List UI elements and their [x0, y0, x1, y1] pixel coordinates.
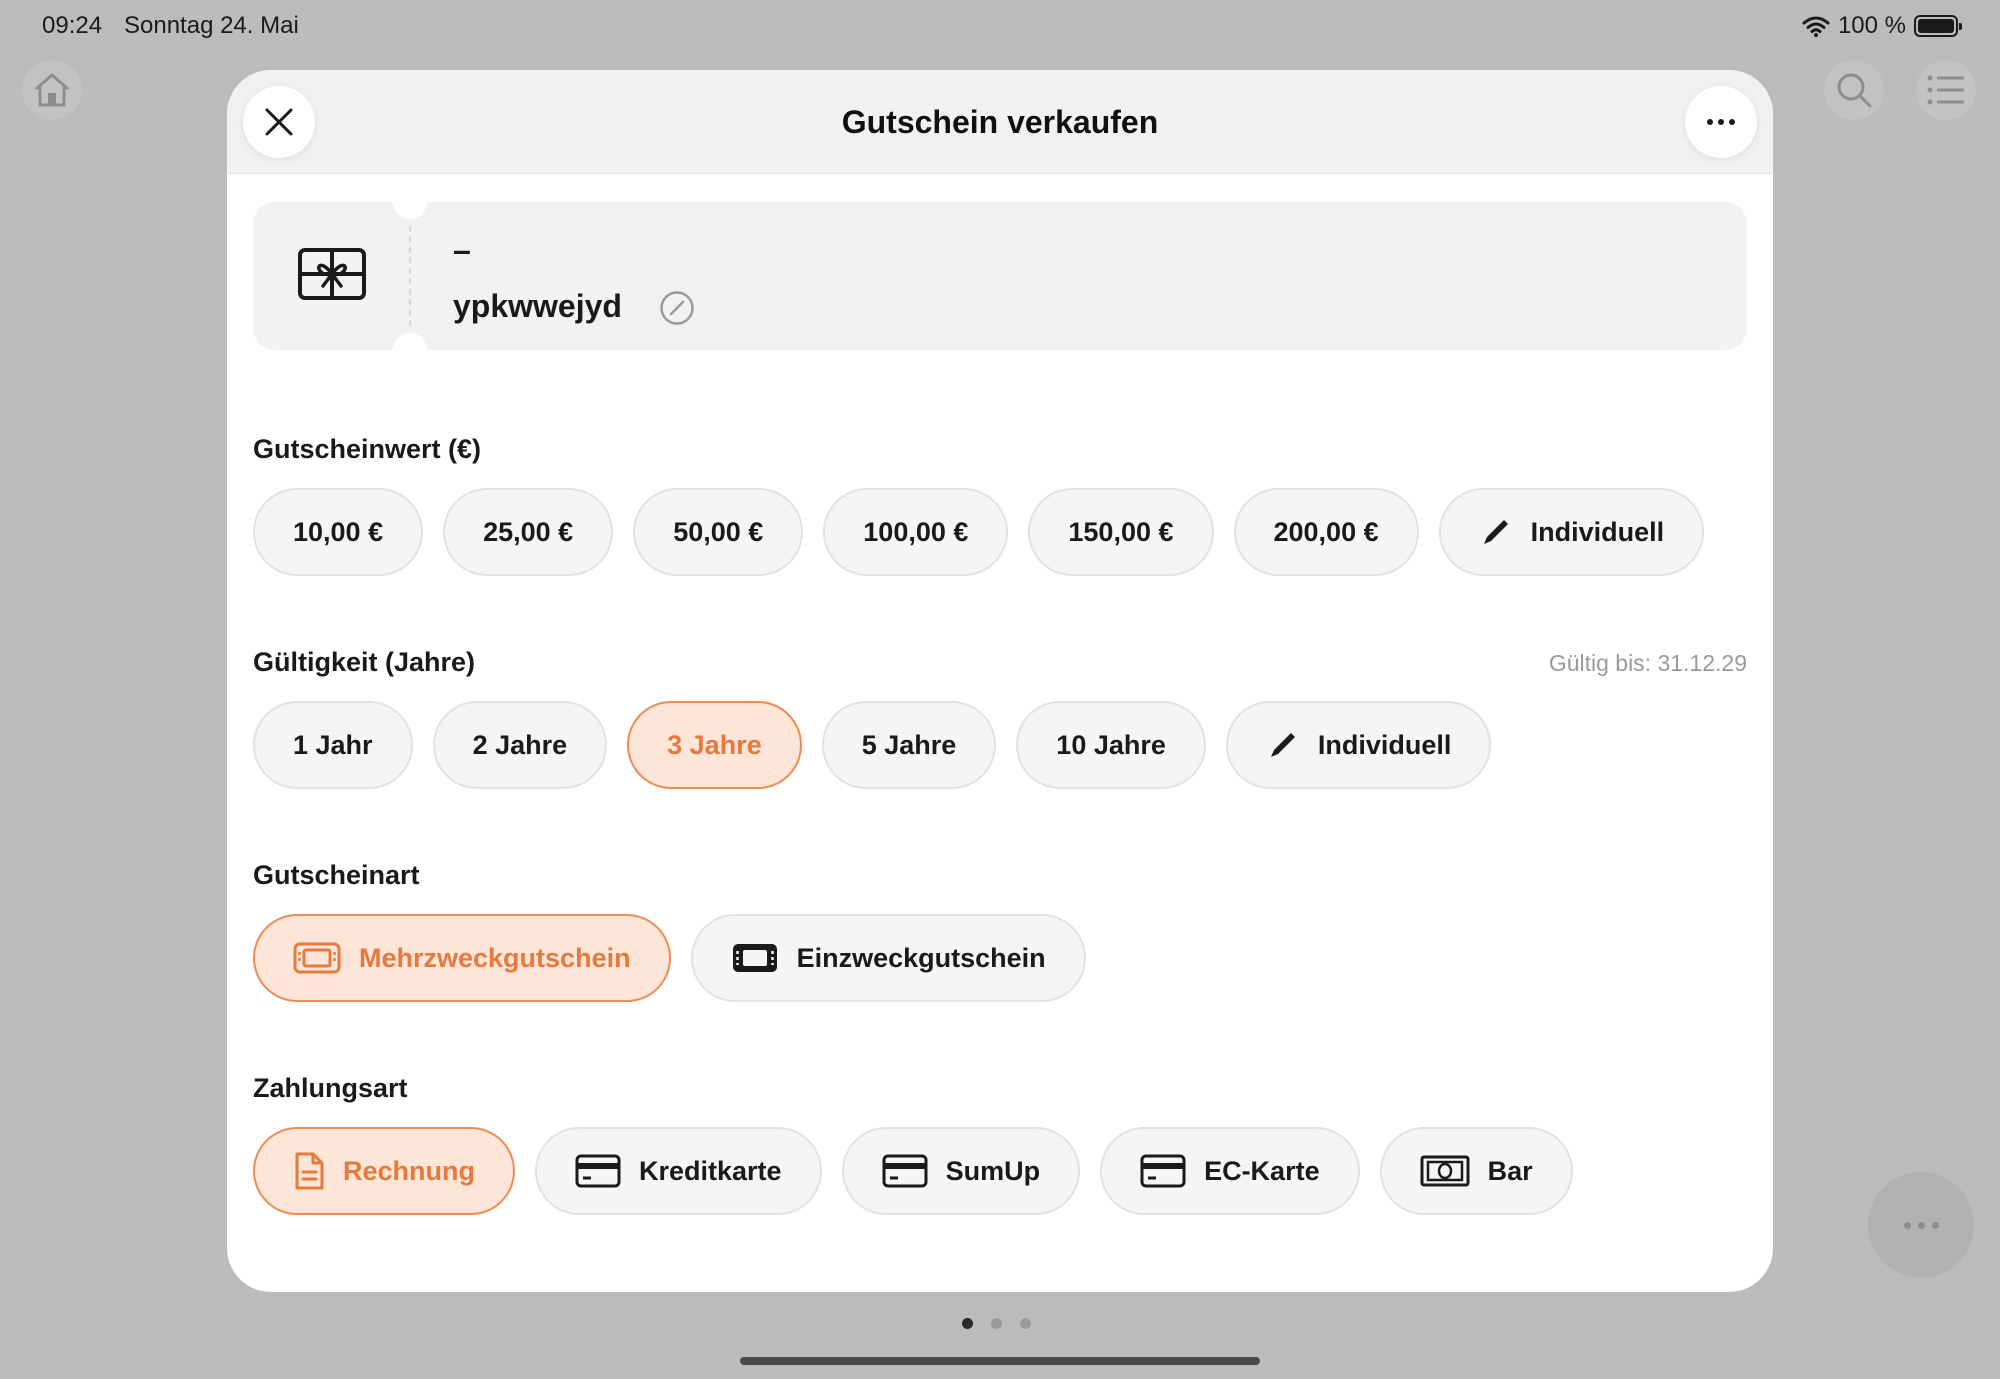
validity-option-10[interactable]: 10 Jahre — [1016, 701, 1206, 789]
battery-percent: 100 % — [1837, 12, 1906, 39]
more-dot — [1707, 119, 1713, 125]
page-dot[interactable] — [1020, 1318, 1031, 1329]
search-icon — [1837, 73, 1872, 108]
value-option-100[interactable]: 100,00 € — [823, 488, 1009, 576]
banknote-icon — [1420, 1155, 1470, 1187]
status-date: Sonntag 24. Mai — [124, 12, 299, 39]
sumup-label: SumUp — [945, 1155, 1041, 1186]
more-options-button[interactable] — [1685, 86, 1757, 158]
value-option-custom[interactable]: Individuell — [1438, 488, 1705, 576]
credit-card-icon — [575, 1154, 621, 1188]
floating-more-button[interactable] — [1868, 1172, 1974, 1278]
payment-option-credit-card[interactable]: Kreditkarte — [535, 1127, 822, 1215]
home-icon — [35, 73, 69, 107]
validity-option-2[interactable]: 2 Jahre — [432, 701, 608, 789]
home-button[interactable] — [22, 60, 82, 120]
validity-option-1[interactable]: 1 Jahr — [253, 701, 413, 789]
voucher-code: ypkwwejyd — [453, 288, 622, 324]
gift-card-icon — [298, 248, 366, 300]
modal-title: Gutschein verkaufen — [841, 104, 1159, 140]
multi-purpose-label: Mehrzweckgutschein — [359, 942, 631, 973]
page-indicator — [962, 1318, 1031, 1329]
credit-card-icon — [1140, 1154, 1186, 1188]
pencil-icon — [1483, 520, 1508, 544]
value-option-200[interactable]: 200,00 € — [1233, 488, 1419, 576]
custom-validity-label: Individuell — [1317, 729, 1452, 760]
voucher-card: – ypkwwejyd — [253, 185, 1747, 367]
dot — [1917, 1221, 1925, 1229]
payment-option-sumup[interactable]: SumUp — [841, 1127, 1081, 1215]
credit-card-label: Kreditkarte — [639, 1155, 782, 1186]
modal-header: Gutschein verkaufen — [227, 70, 1773, 174]
payment-option-cash[interactable]: Bar — [1379, 1127, 1573, 1215]
list-button[interactable] — [1916, 60, 1976, 120]
value-options: 10,00 € 25,00 € 50,00 € 100,00 € 150,00 … — [253, 488, 1705, 576]
cash-label: Bar — [1487, 1155, 1533, 1186]
credit-card-icon — [882, 1154, 928, 1188]
ticket-filled-icon — [732, 944, 777, 972]
pencil-icon — [1270, 733, 1295, 757]
payment-options: Rechnung Kreditkarte SumUp EC-Karte Bar — [253, 1127, 1573, 1215]
payment-option-invoice[interactable]: Rechnung — [253, 1127, 515, 1215]
sell-voucher-modal: Gutschein verkaufen – ypkwwejyd Gutschei… — [227, 70, 1773, 1292]
validity-option-3[interactable]: 3 Jahre — [627, 701, 802, 789]
single-purpose-label: Einzweckgutschein — [796, 942, 1046, 973]
custom-value-label: Individuell — [1530, 516, 1665, 547]
more-dot — [1729, 119, 1735, 125]
invoice-label: Rechnung — [343, 1155, 475, 1186]
type-section-label: Gutscheinart — [253, 860, 420, 890]
wifi-icon — [1802, 16, 1830, 37]
value-option-50[interactable]: 50,00 € — [633, 488, 804, 576]
validity-section-label: Gültigkeit (Jahre) — [253, 647, 476, 677]
type-options: Mehrzweckgutschein Einzweckgutschein — [253, 914, 1086, 1002]
valid-until-text: Gültig bis: 31.12.29 — [1548, 650, 1747, 676]
ticket-notch — [393, 185, 427, 219]
validity-option-custom[interactable]: Individuell — [1225, 701, 1492, 789]
voucher-name: – — [453, 232, 471, 268]
validity-options: 1 Jahr 2 Jahre 3 Jahre 5 Jahre 10 Jahre … — [253, 701, 1492, 789]
payment-option-ec-card[interactable]: EC-Karte — [1100, 1127, 1360, 1215]
battery-icon — [1914, 15, 1962, 37]
payment-section-label: Zahlungsart — [253, 1073, 408, 1103]
page-dot[interactable] — [991, 1318, 1002, 1329]
edit-code-icon[interactable] — [659, 290, 695, 326]
type-option-multi-purpose[interactable]: Mehrzweckgutschein — [253, 914, 671, 1002]
list-icon — [1927, 75, 1964, 105]
home-indicator[interactable] — [740, 1357, 1260, 1365]
ticket-perforation — [409, 226, 411, 326]
page-dot-active[interactable] — [962, 1318, 973, 1329]
type-option-single-purpose[interactable]: Einzweckgutschein — [690, 914, 1086, 1002]
dot — [1931, 1221, 1939, 1229]
document-icon — [295, 1152, 324, 1190]
search-button[interactable] — [1824, 60, 1884, 120]
ec-card-label: EC-Karte — [1204, 1155, 1320, 1186]
ticket-notch — [393, 333, 427, 367]
validity-option-5[interactable]: 5 Jahre — [821, 701, 997, 789]
value-option-10[interactable]: 10,00 € — [253, 488, 424, 576]
ticket-outline-icon — [293, 942, 341, 974]
status-indicators: 100 % — [1802, 12, 1962, 40]
status-time: 09:24 — [42, 12, 103, 39]
value-option-25[interactable]: 25,00 € — [443, 488, 614, 576]
dot — [1903, 1221, 1911, 1229]
value-option-150[interactable]: 150,00 € — [1028, 488, 1214, 576]
value-section-label: Gutscheinwert (€) — [253, 434, 482, 464]
more-dot — [1718, 119, 1724, 125]
